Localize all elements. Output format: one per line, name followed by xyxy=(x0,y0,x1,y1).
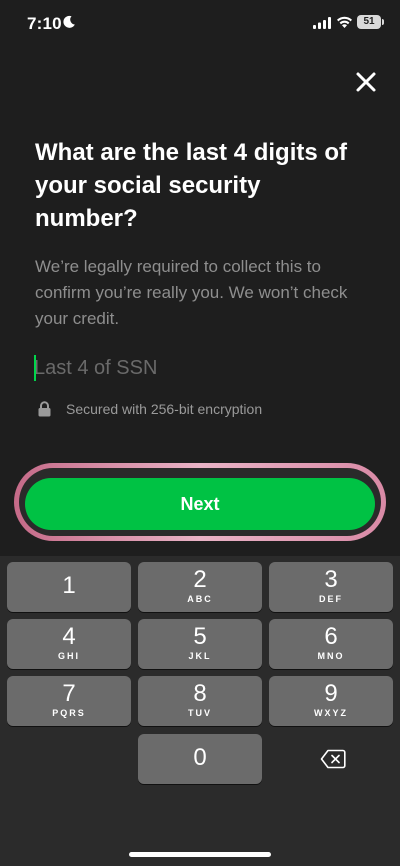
key-digit: 6 xyxy=(324,623,338,650)
key-8[interactable]: 8 TUV xyxy=(138,676,262,726)
key-digit: 3 xyxy=(324,566,338,593)
page-subtitle: We’re legally required to collect this t… xyxy=(35,257,348,328)
key-9[interactable]: 9 WXYZ xyxy=(269,676,393,726)
wifi-icon xyxy=(337,16,352,28)
status-time: 7:10 xyxy=(27,14,62,33)
status-bar: 7:10 51 xyxy=(0,0,400,48)
home-indicator[interactable] xyxy=(129,852,271,857)
key-7[interactable]: 7 PQRS xyxy=(7,676,131,726)
key-digit: 4 xyxy=(62,623,76,650)
numeric-keypad: 1 2 ABC 3 DEF 4 GHI 5 JKL 6 MNO 7 PQRS 8… xyxy=(0,556,400,866)
key-letters: MNO xyxy=(317,651,345,661)
ssn-input[interactable] xyxy=(34,352,354,384)
key-3[interactable]: 3 DEF xyxy=(269,562,393,612)
key-digit: 0 xyxy=(193,744,207,771)
close-icon xyxy=(356,72,376,92)
key-letters: WXYZ xyxy=(314,708,348,718)
secure-note-text: Secured with 256-bit encryption xyxy=(66,401,263,417)
key-digit: 1 xyxy=(62,572,76,599)
key-letters: ABC xyxy=(187,594,213,604)
moon-icon xyxy=(63,15,75,28)
backspace-icon xyxy=(320,749,346,769)
key-digit: 2 xyxy=(193,566,207,593)
key-letters: TUV xyxy=(188,708,212,718)
key-5[interactable]: 5 JKL xyxy=(138,619,262,669)
key-letters: PQRS xyxy=(52,708,86,718)
key-0[interactable]: 0 xyxy=(138,734,262,784)
next-button[interactable]: Next xyxy=(25,478,375,530)
battery-indicator: 51 xyxy=(357,15,384,29)
key-digit: 7 xyxy=(62,680,76,707)
text-cursor xyxy=(34,355,36,381)
key-digit: 8 xyxy=(193,680,207,707)
key-4[interactable]: 4 GHI xyxy=(7,619,131,669)
key-letters: GHI xyxy=(57,651,80,661)
key-letters: DEF xyxy=(319,594,343,604)
secure-note: Secured with 256-bit encryption xyxy=(38,399,262,419)
close-button[interactable] xyxy=(352,68,380,96)
signal-icon xyxy=(313,17,331,29)
lock-icon xyxy=(38,401,51,417)
key-6[interactable]: 6 MNO xyxy=(269,619,393,669)
key-letters: JKL xyxy=(188,651,212,661)
delete-button[interactable] xyxy=(269,734,393,784)
key-digit: 9 xyxy=(324,680,338,707)
page-title: What are the last 4 digits of your socia… xyxy=(35,139,348,232)
ssn-screen: 7:10 51 What are the last 4 digits of yo… xyxy=(0,0,400,866)
key-2[interactable]: 2 ABC xyxy=(138,562,262,612)
key-1[interactable]: 1 xyxy=(7,562,131,612)
key-digit: 5 xyxy=(193,623,207,650)
